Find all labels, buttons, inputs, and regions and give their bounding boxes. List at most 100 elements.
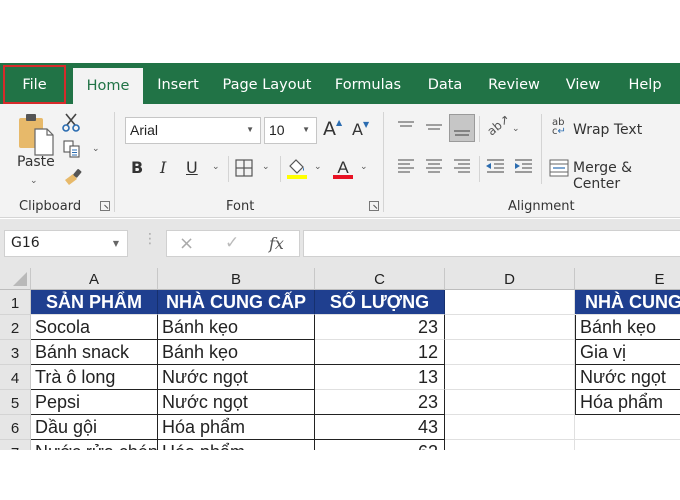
borders-dropdown-chevron-icon[interactable]: ⌄ xyxy=(262,162,270,172)
cell-a6[interactable]: Dầu gội xyxy=(31,415,158,440)
cell-b1[interactable]: NHÀ CUNG CẤP xyxy=(158,290,315,315)
clipboard-dialog-launcher-icon[interactable] xyxy=(100,201,110,211)
cell-b6[interactable]: Hóa phẩm xyxy=(158,415,315,440)
column-header-e[interactable]: E xyxy=(575,268,680,290)
top-align-icon[interactable] xyxy=(397,119,415,138)
cell-d2[interactable] xyxy=(445,315,575,340)
row-header-2[interactable]: 2 xyxy=(0,315,31,340)
cell-a7[interactable]: Nước rửa chén xyxy=(31,440,158,450)
tab-home[interactable]: Home xyxy=(73,68,143,104)
borders-icon[interactable] xyxy=(235,159,253,181)
font-name-combobox[interactable]: Arial ▼ xyxy=(125,117,261,144)
cell-a3[interactable]: Bánh snack xyxy=(31,340,158,365)
decrease-font-size-icon[interactable]: A▼ xyxy=(352,120,369,139)
insert-function-icon[interactable]: fx xyxy=(269,234,284,253)
bold-button[interactable]: B xyxy=(131,158,143,177)
tab-data[interactable]: Data xyxy=(424,63,466,104)
merge-center-icon[interactable] xyxy=(549,159,569,181)
cell-a4[interactable]: Trà ô long xyxy=(31,365,158,390)
cell-e1[interactable]: NHÀ CUNG CẤP xyxy=(575,290,680,315)
cell-c7[interactable]: 62 xyxy=(315,440,445,450)
cell-c1[interactable]: SỐ LƯỢNG xyxy=(315,290,445,315)
paste-label[interactable]: Paste xyxy=(17,154,55,170)
cell-c5[interactable]: 23 xyxy=(315,390,445,415)
underline-button[interactable]: U xyxy=(186,158,198,177)
cell-e5[interactable]: Hóa phẩm xyxy=(575,390,680,415)
cancel-icon[interactable]: × xyxy=(179,233,194,254)
cell-b3[interactable]: Bánh kẹo xyxy=(158,340,315,365)
decrease-indent-icon[interactable] xyxy=(485,158,505,180)
cell-c2[interactable]: 23 xyxy=(315,315,445,340)
font-size-combobox[interactable]: 10 ▼ xyxy=(264,117,317,144)
cell-b2[interactable]: Bánh kẹo xyxy=(158,315,315,340)
wrap-text-button[interactable]: Wrap Text xyxy=(573,122,642,138)
cell-a5[interactable]: Pepsi xyxy=(31,390,158,415)
fill-color-icon[interactable] xyxy=(286,156,308,184)
cell-c6[interactable]: 43 xyxy=(315,415,445,440)
tab-insert[interactable]: Insert xyxy=(150,63,206,104)
enter-icon[interactable]: ✓ xyxy=(225,233,239,253)
align-right-icon[interactable] xyxy=(453,158,471,180)
name-box[interactable]: G16 ▼ xyxy=(4,230,128,257)
cell-d7[interactable] xyxy=(445,440,575,450)
column-header-c[interactable]: C xyxy=(315,268,445,290)
font-name-dropdown-arrow-icon[interactable]: ▼ xyxy=(246,118,254,142)
tab-formulas[interactable]: Formulas xyxy=(333,63,403,104)
row-header-7[interactable]: 7 xyxy=(0,440,31,450)
tab-view[interactable]: View xyxy=(563,63,603,104)
merge-center-button[interactable]: Merge & Center xyxy=(573,160,680,192)
cell-e7[interactable] xyxy=(575,440,680,450)
cell-c4[interactable]: 13 xyxy=(315,365,445,390)
paste-dropdown-chevron-icon[interactable]: ⌄ xyxy=(30,176,38,186)
formula-input[interactable] xyxy=(303,230,680,257)
column-header-a[interactable]: A xyxy=(31,268,158,290)
bottom-align-icon[interactable] xyxy=(449,114,475,142)
cell-b4[interactable]: Nước ngọt xyxy=(158,365,315,390)
format-painter-icon[interactable] xyxy=(63,168,83,190)
fill-color-dropdown-chevron-icon[interactable]: ⌄ xyxy=(314,162,322,172)
cell-d6[interactable] xyxy=(445,415,575,440)
tab-review[interactable]: Review xyxy=(487,63,541,104)
align-left-icon[interactable] xyxy=(397,158,415,180)
orientation-icon[interactable]: ab↗ xyxy=(484,112,512,139)
select-all-corner[interactable] xyxy=(0,268,31,290)
column-header-b[interactable]: B xyxy=(158,268,315,290)
cell-d1[interactable] xyxy=(445,290,575,315)
cut-icon[interactable] xyxy=(62,112,80,136)
font-color-icon[interactable]: A xyxy=(332,156,354,184)
orientation-dropdown-chevron-icon[interactable]: ⌄ xyxy=(512,124,520,134)
underline-dropdown-chevron-icon[interactable]: ⌄ xyxy=(212,162,220,172)
row-header-4[interactable]: 4 xyxy=(0,365,31,390)
wrap-text-icon[interactable]: ab c↵ xyxy=(552,118,566,137)
row-header-6[interactable]: 6 xyxy=(0,415,31,440)
tab-page-layout[interactable]: Page Layout xyxy=(222,63,312,104)
cell-d5[interactable] xyxy=(445,390,575,415)
cell-e6[interactable] xyxy=(575,415,680,440)
cell-d3[interactable] xyxy=(445,340,575,365)
row-header-5[interactable]: 5 xyxy=(0,390,31,415)
align-center-icon[interactable] xyxy=(425,158,443,180)
cell-a2[interactable]: Socola xyxy=(31,315,158,340)
name-box-dropdown-arrow-icon[interactable]: ▼ xyxy=(113,231,119,256)
font-color-dropdown-chevron-icon[interactable]: ⌄ xyxy=(360,162,368,172)
cell-c3[interactable]: 12 xyxy=(315,340,445,365)
cell-e3[interactable]: Gia vị xyxy=(575,340,680,365)
cell-a1[interactable]: SẢN PHẨM xyxy=(31,290,158,315)
middle-align-icon[interactable] xyxy=(425,119,443,138)
cell-e2[interactable]: Bánh kẹo xyxy=(575,315,680,340)
copy-dropdown-chevron-icon[interactable]: ⌄ xyxy=(92,144,100,154)
copy-icon[interactable] xyxy=(63,140,81,162)
row-header-1[interactable]: 1 xyxy=(0,290,31,315)
paste-icon[interactable] xyxy=(16,112,56,158)
font-dialog-launcher-icon[interactable] xyxy=(369,201,379,211)
column-header-d[interactable]: D xyxy=(445,268,575,290)
increase-font-size-icon[interactable]: A▲ xyxy=(323,118,342,140)
row-header-3[interactable]: 3 xyxy=(0,340,31,365)
font-size-dropdown-arrow-icon[interactable]: ▼ xyxy=(302,118,310,142)
increase-indent-icon[interactable] xyxy=(513,158,533,180)
formula-bar-grip-icon[interactable]: ⋮ xyxy=(143,231,157,247)
italic-button[interactable]: I xyxy=(160,158,166,177)
tab-help[interactable]: Help xyxy=(624,63,666,104)
cell-b5[interactable]: Nước ngọt xyxy=(158,390,315,415)
cell-e4[interactable]: Nước ngọt xyxy=(575,365,680,390)
